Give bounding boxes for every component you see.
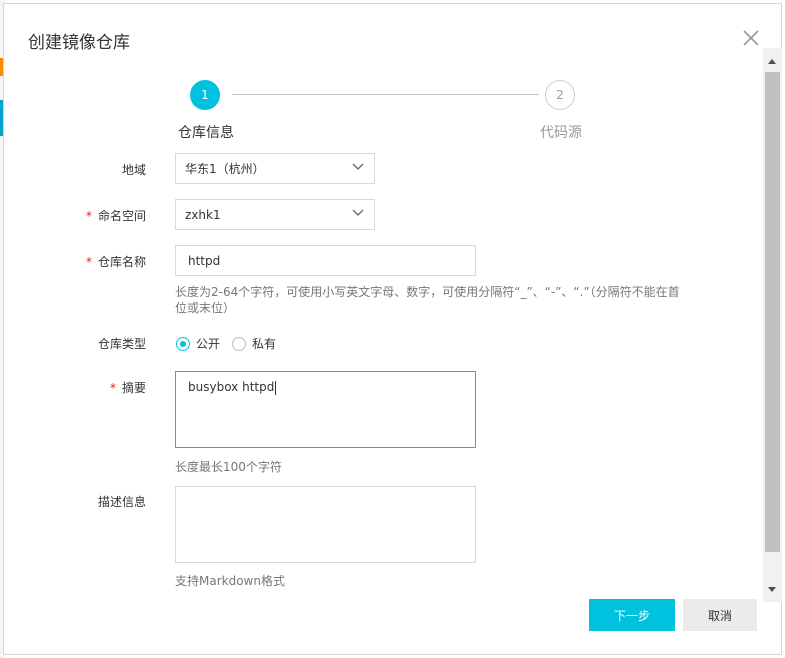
region-select[interactable]: 华东1（杭州） bbox=[175, 153, 375, 184]
step-2-label: 代码源 bbox=[540, 125, 582, 141]
step-2-circle: 2 bbox=[545, 80, 575, 110]
summary-help: 长度最长100个字符 bbox=[175, 460, 282, 474]
radio-checked-icon[interactable] bbox=[176, 336, 190, 351]
region-label: 地域 bbox=[121, 163, 146, 177]
radio-public[interactable]: 公开 bbox=[176, 335, 220, 352]
next-step-button[interactable]: 下一步 bbox=[589, 599, 675, 631]
description-label: 描述信息 bbox=[97, 495, 146, 509]
required-mark: * bbox=[85, 255, 92, 269]
create-repo-dialog: 创建镜像仓库 1 2 仓库信息 代码源 地域 华东1（杭州） * 命名空间 zxh… bbox=[3, 3, 782, 655]
scrollbar-thumb[interactable] bbox=[765, 72, 780, 552]
chevron-down-icon bbox=[352, 209, 364, 216]
step-1-circle: 1 bbox=[190, 80, 220, 110]
summary-textarea[interactable]: busybox httpd bbox=[175, 371, 476, 448]
scroll-up-icon[interactable] bbox=[768, 59, 776, 64]
description-help: 支持Markdown格式 bbox=[175, 574, 285, 588]
cancel-button[interactable]: 取消 bbox=[683, 599, 757, 631]
step-connector-line bbox=[232, 94, 539, 95]
radio-unchecked-icon[interactable] bbox=[232, 336, 246, 351]
scroll-down-icon[interactable] bbox=[768, 587, 776, 592]
repo-name-input[interactable]: httpd bbox=[175, 245, 476, 276]
close-icon[interactable] bbox=[741, 28, 761, 48]
dialog-scrollbar[interactable] bbox=[763, 48, 782, 602]
required-mark: * bbox=[85, 209, 92, 223]
dialog-title: 创建镜像仓库 bbox=[28, 33, 130, 53]
namespace-select[interactable]: zxhk1 bbox=[175, 199, 375, 230]
chevron-down-icon bbox=[352, 163, 364, 170]
step-1-label: 仓库信息 bbox=[178, 125, 234, 141]
namespace-value: zxhk1 bbox=[185, 207, 221, 222]
repo-name-help: 长度为2-64个字符，可使用小写英文字母、数字，可使用分隔符“_”、“-”、“.… bbox=[175, 285, 680, 315]
required-mark: * bbox=[109, 381, 116, 395]
summary-label: * 摘要 bbox=[109, 381, 146, 395]
repo-name-label: * 仓库名称 bbox=[85, 255, 146, 269]
text-caret bbox=[275, 380, 277, 395]
region-value: 华东1（杭州） bbox=[185, 162, 265, 176]
description-textarea[interactable] bbox=[175, 486, 476, 563]
radio-private[interactable]: 私有 bbox=[232, 335, 276, 352]
repo-type-label: 仓库类型 bbox=[97, 337, 146, 351]
namespace-label: * 命名空间 bbox=[85, 209, 146, 223]
